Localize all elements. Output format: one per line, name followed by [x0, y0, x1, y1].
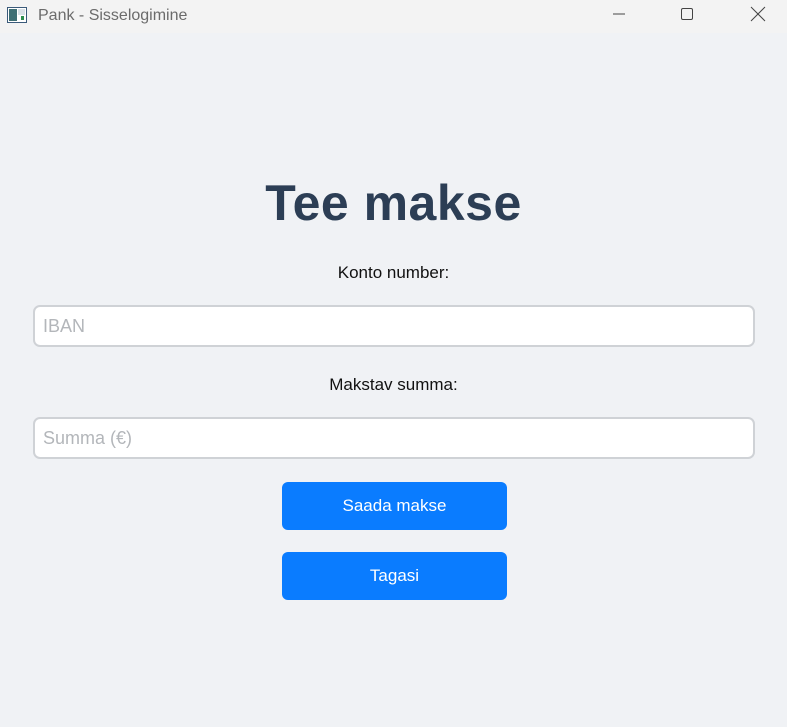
minimize-icon	[611, 6, 627, 27]
close-icon	[749, 5, 767, 28]
minimize-button[interactable]	[596, 0, 642, 33]
amount-input[interactable]	[33, 417, 755, 459]
page-title: Tee makse	[265, 175, 522, 231]
back-button[interactable]: Tagasi	[282, 552, 507, 600]
maximize-button[interactable]	[664, 0, 710, 33]
iban-input[interactable]	[33, 305, 755, 347]
title-bar[interactable]: Pank - Sisselogimine	[0, 0, 787, 33]
app-window: Pank - Sisselogimine Tee makse Konto num…	[0, 0, 787, 727]
account-number-label: Konto number:	[337, 263, 450, 282]
window-app-icon	[7, 7, 27, 23]
send-payment-button[interactable]: Saada makse	[282, 482, 507, 530]
maximize-icon	[679, 6, 695, 27]
window-title: Pank - Sisselogimine	[38, 7, 188, 24]
close-button[interactable]	[735, 0, 781, 33]
amount-label: Makstav summa:	[329, 375, 458, 394]
